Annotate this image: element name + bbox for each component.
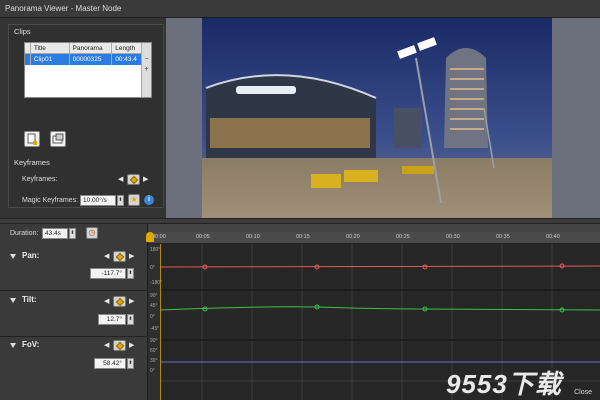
track-divider bbox=[0, 336, 148, 337]
keyframe-diamond-icon bbox=[129, 175, 139, 185]
time-ruler[interactable] bbox=[148, 232, 600, 244]
fov-next-keyframe-icon[interactable]: ▶ bbox=[129, 341, 134, 349]
column-panorama[interactable]: Panorama bbox=[70, 43, 113, 53]
tick-label: 00:00 bbox=[152, 234, 166, 240]
tilt-scale-label: 0° bbox=[150, 314, 155, 320]
table-side-controls: − + bbox=[141, 43, 151, 97]
clock-icon[interactable]: ◷ bbox=[86, 227, 98, 239]
duration-stepper[interactable]: ⬍ bbox=[69, 228, 76, 239]
panorama-image bbox=[166, 18, 600, 218]
panorama-viewer[interactable] bbox=[166, 18, 600, 218]
table-row[interactable]: Clip01 00000325 00:43.4 bbox=[25, 54, 151, 65]
tick-label: 00:10 bbox=[246, 234, 260, 240]
remove-clip-icon[interactable]: − bbox=[142, 55, 151, 65]
fov-stepper[interactable]: ⬍ bbox=[127, 358, 134, 369]
pan-curve bbox=[159, 265, 600, 268]
fov-label: FoV: bbox=[22, 340, 40, 349]
new-document-icon bbox=[27, 133, 37, 145]
duration-input[interactable]: 43.4s bbox=[42, 228, 68, 239]
pan-scale-label: 180° bbox=[150, 247, 161, 253]
tick-label: 00:20 bbox=[346, 234, 360, 240]
tilt-stepper[interactable]: ⬍ bbox=[127, 314, 134, 325]
tick-label: 00:25 bbox=[396, 234, 410, 240]
tick-label: 00:35 bbox=[496, 234, 510, 240]
tilt-value-input[interactable]: 12.7° bbox=[98, 314, 126, 325]
clip-title-cell[interactable]: Clip01 bbox=[31, 54, 70, 65]
next-keyframe-icon[interactable]: ▶ bbox=[143, 175, 148, 183]
fov-scale-label: 90° bbox=[150, 338, 158, 344]
magic-keyframes-label: Magic Keyframes: bbox=[22, 197, 79, 204]
export-frame-button[interactable] bbox=[50, 131, 66, 147]
fov-add-keyframe-button[interactable] bbox=[113, 340, 126, 351]
column-title[interactable]: Title bbox=[31, 43, 70, 53]
pan-label: Pan: bbox=[22, 251, 40, 260]
playhead-marker-icon[interactable] bbox=[146, 232, 154, 242]
pan-stepper[interactable]: ⬍ bbox=[127, 268, 134, 279]
tilt-scale-label: 90° bbox=[150, 293, 158, 299]
clips-table: Title Panorama Length Clip01 00000325 00… bbox=[24, 42, 152, 98]
info-icon[interactable]: i bbox=[144, 195, 154, 205]
fov-value-input[interactable]: 58.42° bbox=[94, 358, 126, 369]
duration-label: Duration: bbox=[10, 230, 39, 237]
pan-prev-keyframe-icon[interactable]: ◀ bbox=[104, 252, 109, 260]
track-divider bbox=[0, 290, 148, 291]
tilt-label: Tilt: bbox=[22, 295, 37, 304]
new-document-button[interactable] bbox=[24, 131, 40, 147]
fov-disclosure-icon[interactable] bbox=[10, 343, 16, 348]
keyframe-diamond-icon bbox=[115, 252, 125, 262]
tick-label: 00:15 bbox=[296, 234, 310, 240]
tick-label: 00:40 bbox=[546, 234, 560, 240]
tilt-scale-label: -45° bbox=[150, 326, 160, 332]
magic-keyframes-input[interactable]: 10.00°/s bbox=[80, 195, 116, 206]
tilt-next-keyframe-icon[interactable]: ▶ bbox=[129, 297, 134, 305]
fov-scale-label: 30° bbox=[150, 358, 158, 364]
keyframe-diamond-icon bbox=[115, 297, 125, 307]
magic-keyframes-stepper[interactable]: ⬍ bbox=[117, 195, 124, 206]
fov-scale-label: 0° bbox=[150, 368, 155, 374]
pan-scale-label: 0° bbox=[150, 265, 155, 271]
add-clip-icon[interactable]: + bbox=[142, 65, 151, 75]
keyframes-section-label: Keyframes bbox=[14, 158, 50, 167]
window-title: Panorama Viewer - Master Node bbox=[0, 0, 600, 18]
tilt-curve bbox=[159, 306, 600, 311]
pan-disclosure-icon[interactable] bbox=[10, 254, 16, 259]
pan-value-input[interactable]: -117.7° bbox=[90, 268, 126, 279]
keyframe-diamond-icon bbox=[115, 341, 125, 351]
tick-label: 00:05 bbox=[196, 234, 210, 240]
pan-add-keyframe-button[interactable] bbox=[113, 251, 126, 262]
keyframes-label: Keyframes: bbox=[22, 176, 58, 183]
tilt-scale-label: 45° bbox=[150, 303, 158, 309]
prev-keyframe-icon[interactable]: ◀ bbox=[118, 175, 123, 183]
export-frame-icon bbox=[52, 133, 64, 144]
add-keyframe-button[interactable] bbox=[127, 174, 140, 185]
clips-section-label: Clips bbox=[14, 27, 31, 36]
tilt-add-keyframe-button[interactable] bbox=[113, 296, 126, 307]
pan-scale-label: -180° bbox=[150, 280, 163, 286]
pan-next-keyframe-icon[interactable]: ▶ bbox=[129, 252, 134, 260]
tick-label: 00:30 bbox=[446, 234, 460, 240]
fov-prev-keyframe-icon[interactable]: ◀ bbox=[104, 341, 109, 349]
clips-table-header: Title Panorama Length bbox=[25, 43, 151, 54]
tilt-disclosure-icon[interactable] bbox=[10, 298, 16, 303]
fov-scale-label: 60° bbox=[150, 348, 158, 354]
magic-wand-icon[interactable]: ★ bbox=[128, 194, 140, 206]
tilt-prev-keyframe-icon[interactable]: ◀ bbox=[104, 297, 109, 305]
watermark: 9553下载 bbox=[446, 369, 562, 399]
ruler-scroll-strip[interactable] bbox=[148, 224, 600, 232]
clip-panorama-cell[interactable]: 00000325 bbox=[70, 54, 113, 65]
close-button[interactable]: Close bbox=[574, 389, 592, 396]
